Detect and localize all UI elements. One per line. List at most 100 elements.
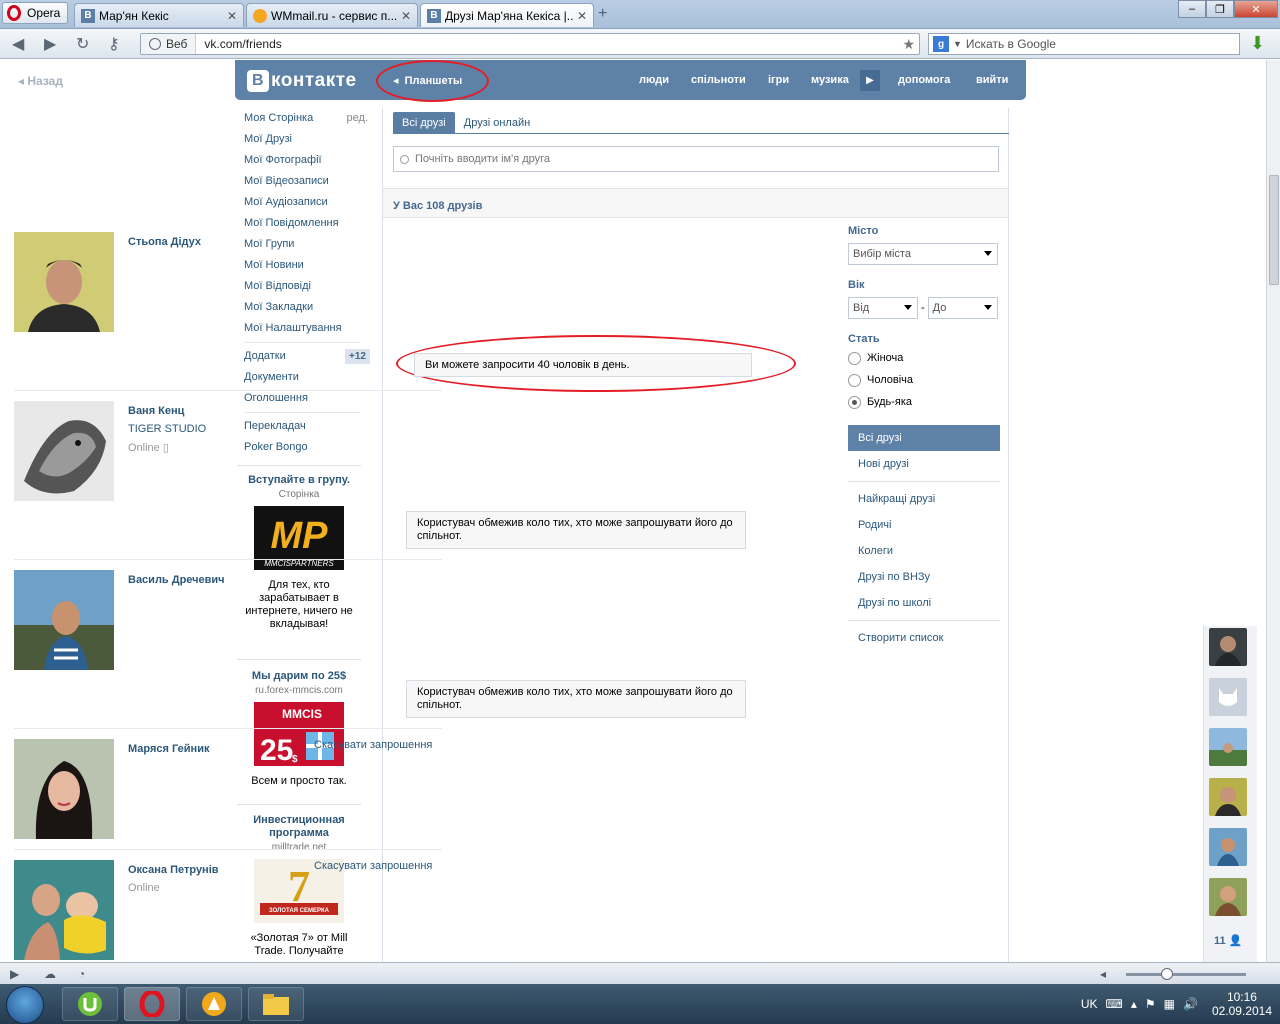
friend-photo[interactable] xyxy=(14,232,114,332)
nav-people[interactable]: люди xyxy=(639,74,669,86)
zoom-slider-track[interactable] xyxy=(1126,973,1246,976)
taskbar-explorer[interactable] xyxy=(248,987,304,1021)
nav-logout[interactable]: вийти xyxy=(976,74,1008,86)
friend-subtitle[interactable]: TIGER STUDIO xyxy=(128,423,206,435)
menu-create-list[interactable]: Створити список xyxy=(848,625,1000,651)
language-indicator[interactable]: UK xyxy=(1081,997,1098,1011)
zoom-out-icon[interactable]: ◂ xyxy=(1100,967,1106,981)
web-chip[interactable]: Веб xyxy=(141,34,197,54)
flag-icon[interactable]: ⚑ xyxy=(1145,997,1156,1011)
friend-name[interactable]: Стьопа Дідух xyxy=(128,236,201,248)
radio-button-checked[interactable] xyxy=(848,395,861,409)
page-scrollbar[interactable] xyxy=(1266,60,1280,962)
url-text[interactable]: vk.com/friends xyxy=(196,37,902,51)
back-arrow-icon[interactable]: ◀ xyxy=(12,34,24,54)
friend-photo[interactable] xyxy=(14,570,114,670)
friend-photo[interactable] xyxy=(14,401,114,501)
age-to-select[interactable]: До xyxy=(927,297,998,319)
chat-avatar[interactable] xyxy=(1209,728,1247,766)
bookmark-star-icon[interactable]: ★ xyxy=(902,36,919,53)
radio-button[interactable] xyxy=(848,351,861,365)
browser-tab-3[interactable]: В Друзі Мар'яна Кекіса |... ✕ xyxy=(420,3,594,27)
gender-male[interactable]: Чоловіча xyxy=(848,369,1000,391)
menu-colleagues[interactable]: Колеги xyxy=(848,538,1000,564)
nav-music[interactable]: музика xyxy=(811,74,849,86)
cancel-invitation-link[interactable]: Скасувати запрошення xyxy=(314,860,432,872)
chat-avatar[interactable] xyxy=(1209,828,1247,866)
friend-name[interactable]: Василь Дречевич xyxy=(128,574,225,586)
chat-online-count[interactable]: 11 👤 xyxy=(1214,934,1242,947)
maximize-icon[interactable]: ❐ xyxy=(1206,0,1234,18)
radio-button[interactable] xyxy=(848,373,861,387)
nav-help[interactable]: допомога xyxy=(898,74,950,86)
chat-avatar[interactable] xyxy=(1209,628,1247,666)
city-select[interactable]: Вибір міста xyxy=(848,243,998,265)
nav-games[interactable]: ігри xyxy=(768,74,789,86)
chevron-down-icon[interactable]: ▼ xyxy=(953,39,962,49)
windows-start-icon[interactable] xyxy=(6,986,44,1024)
menu-best-friends[interactable]: Найкращі друзі xyxy=(848,486,1000,512)
tab-friends-online[interactable]: Друзі онлайн xyxy=(455,112,539,134)
friend-photo[interactable] xyxy=(14,860,114,960)
menu-all-friends[interactable]: Всі друзі xyxy=(848,425,1000,451)
browser-tab-1[interactable]: В Мар'ян Кекіс ✕ xyxy=(74,3,244,27)
search-engine-field[interactable]: g ▼ Искать в Google xyxy=(928,33,1240,55)
friend-name[interactable]: Ваня Кенц xyxy=(128,405,184,417)
cancel-invitation-link[interactable]: Скасувати запрошення xyxy=(314,739,432,751)
google-icon[interactable]: g xyxy=(933,36,949,52)
chat-avatar[interactable] xyxy=(1209,778,1247,816)
vk-favicon-icon: В xyxy=(427,8,441,23)
gender-any[interactable]: Будь-яка xyxy=(848,391,1000,413)
url-field[interactable]: Веб vk.com/friends ★ xyxy=(140,33,920,55)
forward-arrow-icon[interactable]: ▶ xyxy=(44,34,56,54)
lnav-photos[interactable]: Мої Фотографії xyxy=(244,150,370,171)
tab-close-icon[interactable]: ✕ xyxy=(577,9,587,23)
scrollbar-thumb[interactable] xyxy=(1269,175,1279,285)
menu-school-friends[interactable]: Друзі по школі xyxy=(848,590,1000,616)
taskbar-utorrent[interactable] xyxy=(62,987,118,1021)
tray-clock[interactable]: 10:16 02.09.2014 xyxy=(1212,990,1272,1018)
taskbar-aimp[interactable] xyxy=(186,987,242,1021)
menu-relatives[interactable]: Родичі xyxy=(848,512,1000,538)
taskbar-opera[interactable] xyxy=(124,987,180,1021)
menu-university-friends[interactable]: Друзі по ВНЗу xyxy=(848,564,1000,590)
lnav-messages[interactable]: Мої Повідомлення xyxy=(244,213,370,234)
friend-photo[interactable] xyxy=(14,739,114,839)
speedometer-icon[interactable]: ◔ xyxy=(78,967,85,981)
cloud-icon[interactable]: ☁ xyxy=(44,967,56,981)
chat-avatar[interactable] xyxy=(1209,878,1247,916)
menu-new-friends[interactable]: Нові друзі xyxy=(848,451,1000,477)
reload-icon[interactable]: ↻ xyxy=(76,34,89,54)
lnav-videos[interactable]: Мої Відеозаписи xyxy=(244,171,370,192)
panel-toggle-icon[interactable]: ▶ xyxy=(10,967,19,981)
key-icon[interactable]: ⚷ xyxy=(108,34,120,54)
chat-avatar-default[interactable] xyxy=(1209,678,1247,716)
nav-communities[interactable]: спільноти xyxy=(691,74,746,86)
vk-logo[interactable]: В контакте xyxy=(247,70,357,92)
tab-close-icon[interactable]: ✕ xyxy=(227,9,237,23)
lnav-friends[interactable]: Мої Друзі xyxy=(244,129,370,150)
friend-search-input[interactable]: Почніть вводити ім'я друга xyxy=(393,146,999,172)
friend-name[interactable]: Маряся Гейник xyxy=(128,743,209,755)
music-play-icon[interactable]: ▶ xyxy=(860,70,880,91)
lnav-audio[interactable]: Мої Аудіозаписи xyxy=(244,192,370,213)
download-icon[interactable]: ⬇ xyxy=(1250,33,1265,54)
volume-icon[interactable]: 🔊 xyxy=(1183,997,1198,1011)
browser-tab-2[interactable]: WMmail.ru - сервис п... ✕ xyxy=(246,3,418,27)
tab-close-icon[interactable]: ✕ xyxy=(401,9,411,23)
zoom-slider-knob[interactable] xyxy=(1161,968,1173,980)
lnav-my-page[interactable]: Моя Сторінка ред. xyxy=(244,108,370,129)
tab-all-friends[interactable]: Всі друзі xyxy=(393,112,455,134)
window-close-icon[interactable]: ✕ xyxy=(1234,0,1278,18)
network-icon[interactable]: ▦ xyxy=(1164,997,1175,1011)
opera-menu-button[interactable]: Opera xyxy=(2,2,68,24)
friend-name[interactable]: Оксана Петрунів xyxy=(128,864,219,876)
back-link[interactable]: ◂ Назад xyxy=(18,74,63,88)
chevron-up-icon[interactable]: ▴ xyxy=(1131,997,1137,1011)
keyboard-icon[interactable]: ⌨ xyxy=(1106,997,1123,1011)
new-tab-plus-icon[interactable]: + xyxy=(598,5,607,23)
gender-female[interactable]: Жіноча xyxy=(848,347,1000,369)
minimize-icon[interactable]: ‒ xyxy=(1178,0,1206,18)
lnav-edit-link[interactable]: ред. xyxy=(347,108,368,129)
age-from-select[interactable]: Від xyxy=(848,297,918,319)
